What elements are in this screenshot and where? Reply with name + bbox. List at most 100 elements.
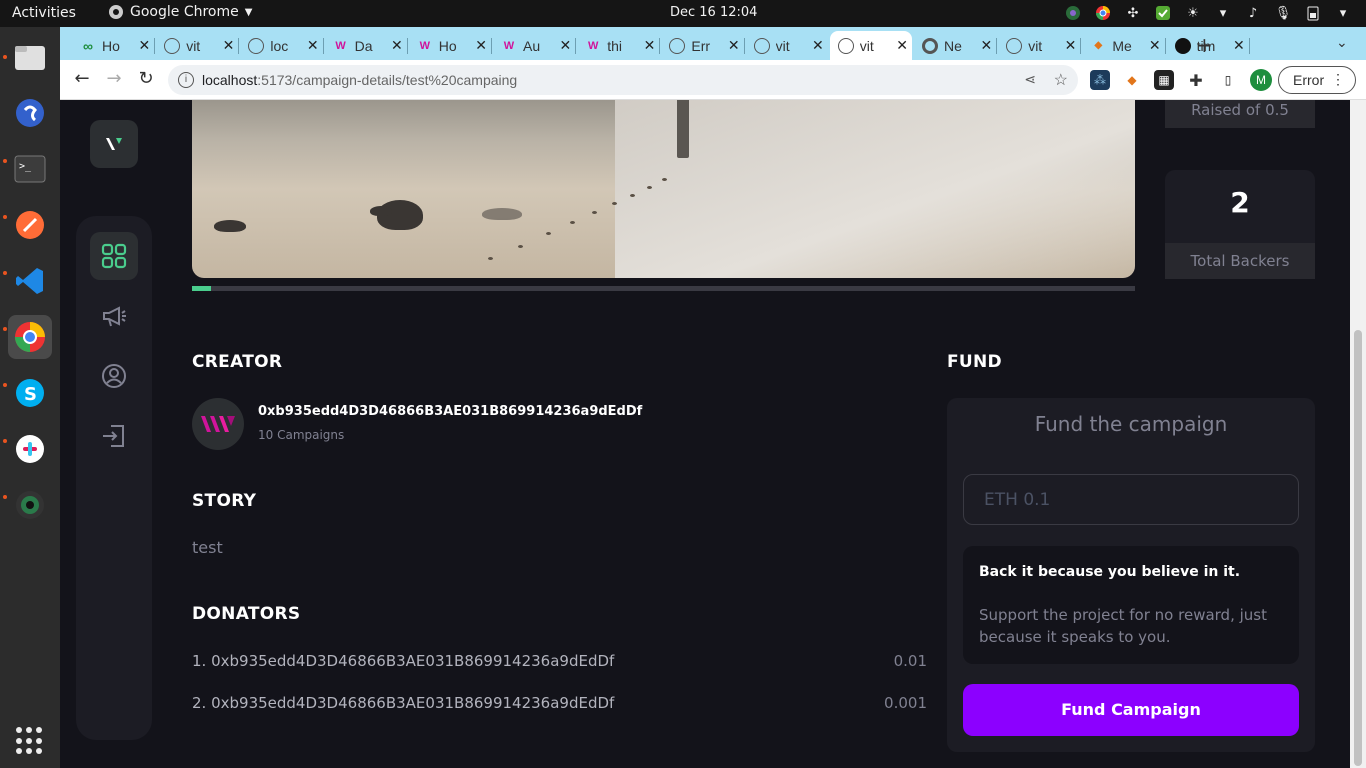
activities-button[interactable]: Activities: [12, 5, 76, 21]
extensions-puzzle-icon[interactable]: ✚: [1186, 70, 1206, 90]
chrome-dock-icon[interactable]: [8, 315, 52, 359]
profile-avatar[interactable]: M: [1250, 69, 1272, 91]
browser-tab[interactable]: Wthi ✕: [577, 31, 661, 60]
tab-title: Da: [354, 37, 373, 54]
browser-tab[interactable]: Err ✕: [661, 31, 745, 60]
close-tab-icon[interactable]: ✕: [1149, 37, 1161, 54]
sidebar-item-dashboard[interactable]: [90, 232, 138, 280]
rock: [214, 220, 246, 232]
chrome-tray-icon[interactable]: [1094, 4, 1112, 22]
slack-tray-icon[interactable]: ✣: [1124, 4, 1142, 22]
tab-title: Me: [1112, 37, 1132, 54]
terminal-icon[interactable]: >_: [8, 147, 52, 191]
browser-tab[interactable]: W Da ✕: [325, 31, 408, 60]
tray-app-icon[interactable]: [1064, 4, 1082, 22]
share-icon[interactable]: ⋖: [1024, 71, 1036, 88]
side-panel-icon[interactable]: ▯: [1218, 70, 1238, 90]
reload-icon[interactable]: ↻: [134, 68, 158, 89]
running-indicator: [3, 439, 7, 443]
browser-tab[interactable]: vit ✕: [156, 31, 240, 60]
battery-icon[interactable]: [1304, 4, 1322, 22]
close-tab-icon[interactable]: ✕: [728, 37, 740, 54]
browser-tab[interactable]: vit ✕: [998, 31, 1082, 60]
address-bar[interactable]: i localhost:5173/campaign-details/test%2…: [168, 65, 1078, 95]
rock: [482, 208, 522, 220]
volume-icon[interactable]: ♪: [1244, 4, 1262, 22]
browser-tab[interactable]: Ne ✕: [914, 31, 998, 60]
tab-title: Ho: [438, 37, 457, 54]
browser-tab[interactable]: vit ✕: [829, 31, 912, 60]
bookmark-star-icon[interactable]: ☆: [1054, 70, 1068, 90]
donators-heading: DONATORS: [192, 604, 301, 624]
close-tab-icon[interactable]: ✕: [644, 37, 656, 54]
close-tab-icon[interactable]: ✕: [559, 37, 571, 54]
fund-info-title: Back it because you believe in it.: [979, 564, 1241, 580]
microphone-icon[interactable]: 🎙︎: [1274, 4, 1292, 22]
brightness-icon[interactable]: ☀: [1184, 4, 1202, 22]
tab-title: vit: [186, 37, 201, 54]
close-tab-icon[interactable]: ✕: [812, 37, 824, 54]
error-button[interactable]: Error ⋮: [1278, 66, 1356, 94]
scrollbar-thumb[interactable]: [1354, 330, 1362, 766]
page-scrollbar[interactable]: [1350, 100, 1366, 768]
fund-campaign-button[interactable]: Fund Campaign: [963, 684, 1299, 736]
donator-row: 1. 0xb935edd4D3D46866B3AE031B869914236a9…: [192, 652, 927, 670]
files-icon[interactable]: [8, 35, 52, 79]
browser-tab[interactable]: loc ✕: [240, 31, 324, 60]
fox-icon: ◆: [1094, 40, 1103, 51]
postman-icon[interactable]: [8, 203, 52, 247]
power-menu-icon[interactable]: ▾: [1334, 4, 1352, 22]
close-tab-icon[interactable]: ✕: [980, 37, 992, 54]
footprint: [488, 257, 493, 260]
footprint: [518, 245, 523, 248]
forward-arrow-icon[interactable]: →: [102, 68, 126, 89]
browser-tab[interactable]: W Ho ✕: [409, 31, 492, 60]
site-info-icon[interactable]: i: [178, 72, 194, 88]
sidebar-item-logout[interactable]: [90, 412, 138, 460]
close-tab-icon[interactable]: ✕: [138, 37, 150, 54]
running-indicator: [3, 327, 7, 331]
show-applications-icon[interactable]: [16, 727, 44, 755]
extension-grid-icon[interactable]: ▦: [1154, 70, 1174, 90]
w-logo-icon: W: [335, 39, 346, 52]
close-tab-icon[interactable]: ✕: [1233, 37, 1245, 54]
close-tab-icon[interactable]: ✕: [896, 37, 908, 54]
close-tab-icon[interactable]: ✕: [391, 37, 403, 54]
update-tray-icon[interactable]: [1154, 4, 1172, 22]
globe-icon: [669, 37, 686, 54]
vscode-icon[interactable]: [8, 259, 52, 303]
tab-separator: [154, 38, 156, 54]
browser-tab[interactable]: ∞ Ho ✕: [72, 31, 156, 60]
globe-icon: [248, 37, 265, 54]
user-circle-icon: [102, 364, 126, 388]
extension-network-icon[interactable]: ⁂: [1090, 70, 1110, 90]
back-arrow-icon[interactable]: ←: [70, 68, 94, 89]
close-tab-icon[interactable]: ✕: [1065, 37, 1077, 54]
tab-search-chevron-icon[interactable]: ⌄: [1336, 35, 1348, 51]
simplenote-icon[interactable]: [8, 91, 52, 135]
browser-tab[interactable]: W Au ✕: [493, 31, 577, 60]
tab-separator: [1080, 38, 1082, 54]
sidebar-item-profile[interactable]: [90, 352, 138, 400]
wifi-icon[interactable]: ▾: [1214, 4, 1232, 22]
tab-title: Ho: [102, 37, 120, 54]
campaign-image: [192, 100, 1135, 278]
skype-icon[interactable]: S: [8, 371, 52, 415]
eth-amount-input[interactable]: [963, 474, 1299, 525]
app-logo[interactable]: [90, 120, 138, 168]
browser-tab[interactable]: ◆ Me ✕: [1082, 31, 1166, 60]
metamask-fox-icon[interactable]: ◆: [1122, 70, 1142, 90]
close-tab-icon[interactable]: ✕: [475, 37, 487, 54]
creator-campaign-count: 10 Campaigns: [258, 428, 345, 442]
close-tab-icon[interactable]: ✕: [307, 37, 319, 54]
sidebar-item-create-campaign[interactable]: [90, 292, 138, 340]
app-menu[interactable]: Google Chrome ▼: [108, 4, 252, 20]
new-tab-button[interactable]: +: [1196, 33, 1213, 57]
story-text: test: [192, 538, 223, 557]
browser-tab[interactable]: vit ✕: [746, 31, 828, 60]
web-page: Raised of 0.5 2 Total Backers CREATOR 0x…: [60, 100, 1366, 768]
clock[interactable]: Dec 16 12:04: [670, 5, 757, 20]
close-tab-icon[interactable]: ✕: [223, 37, 235, 54]
slack-icon[interactable]: [8, 427, 52, 471]
camera-app-icon[interactable]: [8, 483, 52, 527]
